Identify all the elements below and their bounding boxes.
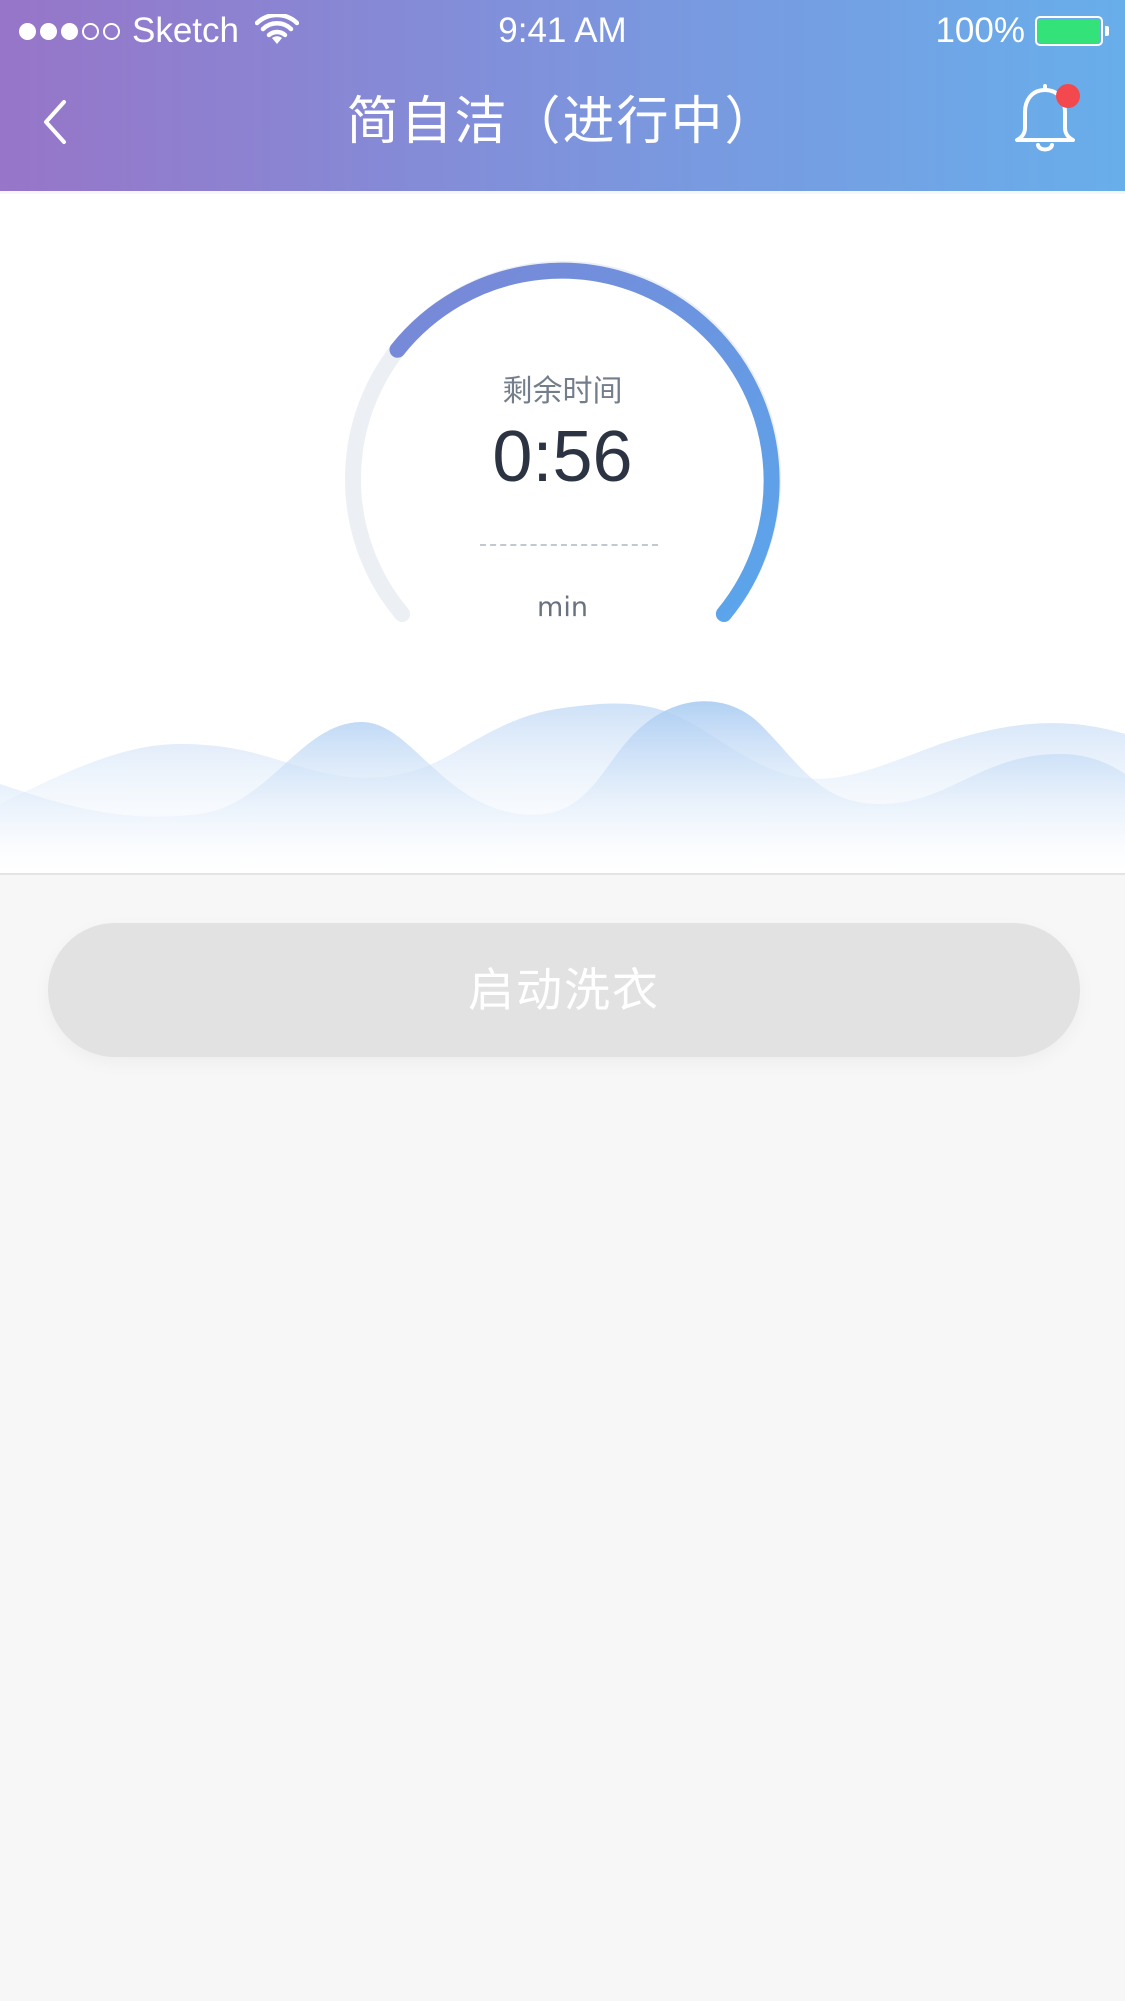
battery-icon — [1035, 16, 1109, 46]
timer-panel: 剩余时间 0:56 min — [0, 194, 1125, 875]
dashed-divider — [480, 544, 658, 546]
remaining-time-label: 剩余时间 — [502, 374, 623, 409]
status-bar: Sketch 9:41 AM 100% — [0, 0, 1125, 62]
header: Sketch 9:41 AM 100% 简自洁（进行中） — [0, 0, 1125, 191]
water-waves — [0, 701, 1125, 873]
notification-dot — [1056, 84, 1080, 108]
nav-bar: 简自洁（进行中） — [0, 62, 1125, 191]
remaining-time-value: 0:56 — [492, 417, 633, 497]
page-title: 简自洁（进行中） — [346, 92, 779, 152]
back-button[interactable] — [30, 90, 86, 154]
time-unit: min — [537, 592, 588, 623]
battery-percent: 100% — [935, 11, 1025, 50]
start-wash-button[interactable]: 启动洗衣 — [48, 923, 1080, 1057]
status-right: 100% — [935, 8, 1109, 54]
